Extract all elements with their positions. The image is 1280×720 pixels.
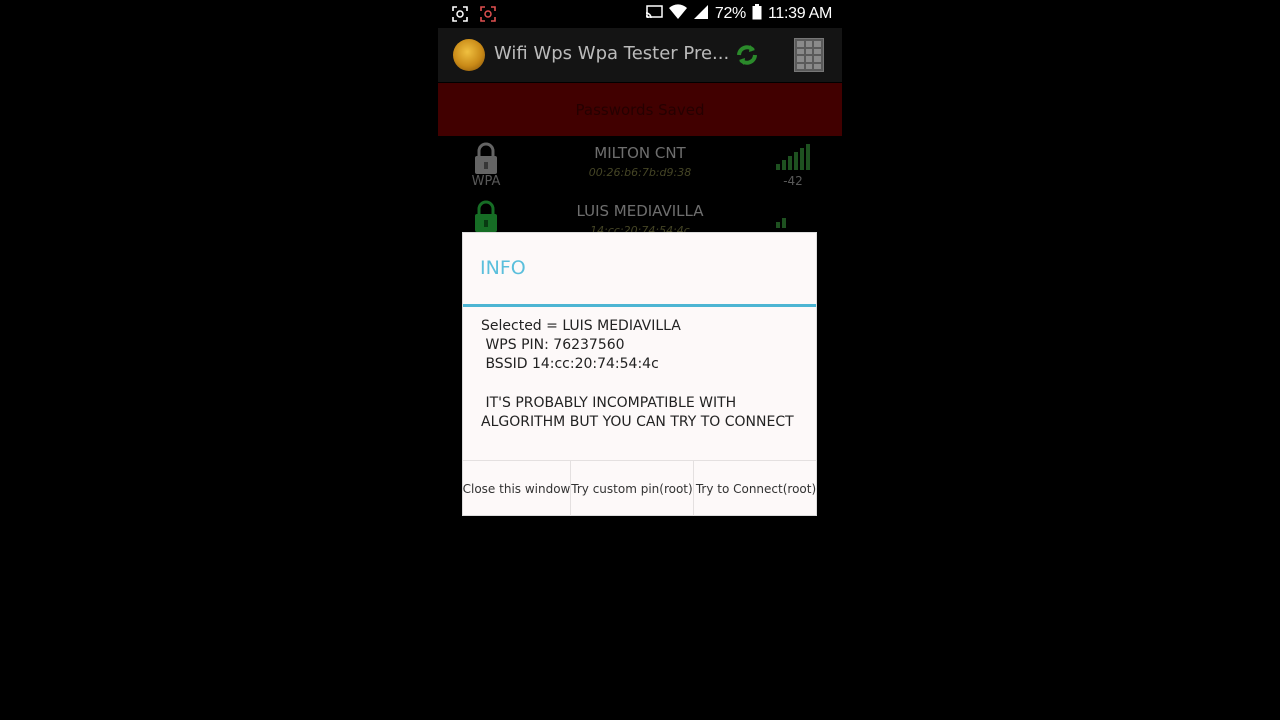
screenshot-icon: [452, 6, 468, 22]
screen-record-icon: [480, 6, 496, 22]
clock: 11:39 AM: [767, 5, 832, 22]
dialog-button-bar: Close this window Try custom pin(root) T…: [463, 460, 816, 516]
dialog-title: INFO: [480, 257, 526, 279]
battery-percent: 72%: [714, 5, 746, 22]
cellular-signal-icon: [693, 4, 709, 24]
app-title: Wifi Wps Wpa Tester Pre...: [494, 43, 730, 64]
keypad-icon[interactable]: [794, 38, 824, 72]
refresh-icon[interactable]: [734, 42, 760, 68]
app-bar: Wifi Wps Wpa Tester Pre...: [438, 28, 842, 82]
app-logo-icon: [453, 39, 485, 71]
try-connect-button[interactable]: Try to Connect(root): [694, 461, 818, 516]
wifi-icon: [668, 4, 687, 24]
close-window-button[interactable]: Close this window: [463, 461, 571, 516]
status-bar: 72% 11:39 AM: [438, 0, 842, 28]
try-custom-pin-button[interactable]: Try custom pin(root): [571, 461, 694, 516]
cast-icon: [645, 5, 663, 23]
battery-icon: [752, 4, 762, 24]
dialog-message: Selected = LUIS MEDIAVILLA WPS PIN: 7623…: [481, 318, 794, 431]
info-dialog: INFO Selected = LUIS MEDIAVILLA WPS PIN:…: [463, 233, 816, 516]
dialog-title-divider: [463, 304, 816, 307]
